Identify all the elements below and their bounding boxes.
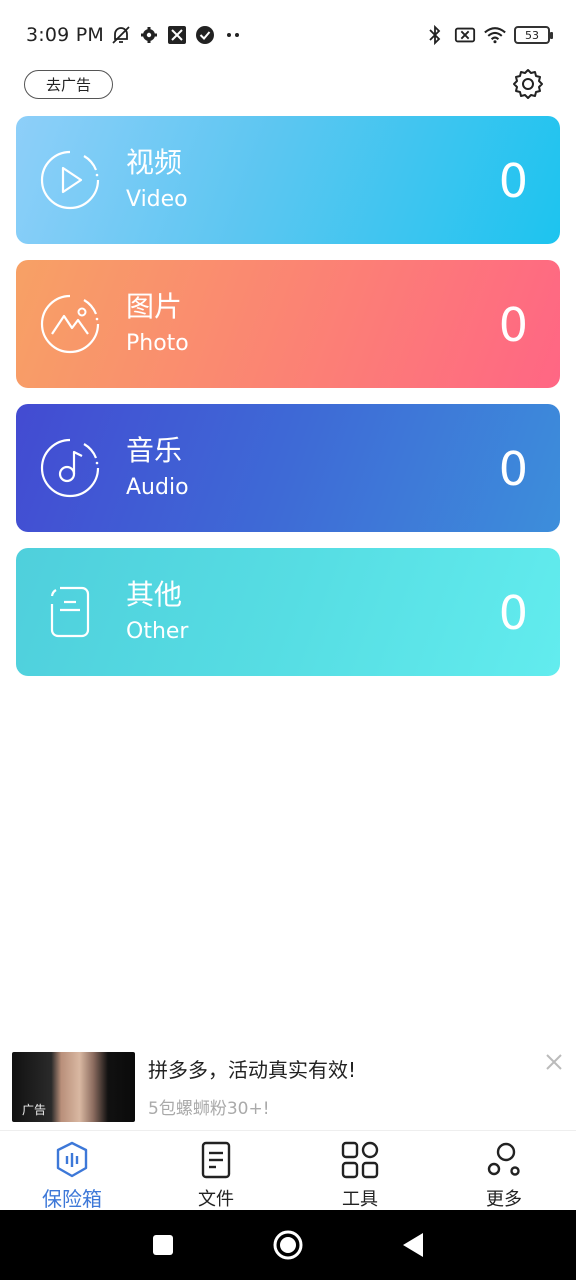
app-icon — [166, 24, 188, 46]
music-note-icon — [38, 436, 102, 500]
card-title: 其他 — [126, 578, 183, 611]
card-video[interactable]: 视频 Video 0 — [16, 116, 560, 244]
close-icon[interactable] — [542, 1050, 566, 1074]
grid-icon — [340, 1141, 380, 1179]
card-audio[interactable]: 音乐 Audio 0 — [16, 404, 560, 532]
settings-button[interactable] — [508, 66, 548, 106]
card-count: 0 — [498, 298, 528, 352]
ad-thumbnail[interactable]: 广告 — [12, 1052, 135, 1122]
card-subtitle: Other — [126, 619, 189, 644]
wifi-icon — [484, 24, 506, 46]
more-icon — [484, 1141, 524, 1179]
ad-title: 拼多多，活动真实有效! — [148, 1058, 357, 1082]
nav-label: 文件 — [198, 1189, 234, 1210]
card-subtitle: Video — [126, 187, 188, 212]
mountain-icon — [38, 292, 102, 356]
ad-description: 5包螺蛳粉30+! — [148, 1099, 270, 1119]
card-count: 0 — [498, 442, 528, 496]
nav-item-safe[interactable]: 保险箱 — [0, 1131, 144, 1211]
mute-bell-icon — [110, 24, 132, 46]
nav-item-more[interactable]: 更多 — [432, 1131, 576, 1210]
status-time: 3:09 PM — [26, 24, 104, 46]
home-button[interactable] — [268, 1225, 308, 1265]
ad-banner[interactable]: 广告 拼多多，活动真实有效! 5包螺蛳粉30+! — [0, 1044, 576, 1130]
play-icon — [38, 148, 102, 212]
ad-thumb-label: 广告 — [22, 1103, 47, 1117]
card-title: 图片 — [126, 290, 183, 323]
bottom-nav: 保险箱 文件 工具 更多 — [0, 1130, 576, 1211]
recents-button[interactable] — [143, 1225, 183, 1265]
more-dots-icon — [222, 24, 244, 46]
document-icon — [38, 580, 102, 644]
safe-icon — [52, 1141, 92, 1179]
card-other[interactable]: 其他 Other 0 — [16, 548, 560, 676]
status-bar: 3:09 PM 53 — [0, 0, 576, 70]
card-photo[interactable]: 图片 Photo 0 — [16, 260, 560, 388]
no-sim-icon — [454, 24, 476, 46]
gear-icon — [138, 24, 160, 46]
nav-item-tools[interactable]: 工具 — [288, 1131, 432, 1210]
nav-item-files[interactable]: 文件 — [144, 1131, 288, 1210]
file-icon — [196, 1141, 236, 1179]
system-nav-bar — [0, 1210, 576, 1280]
card-count: 0 — [498, 154, 528, 208]
gear-icon — [511, 67, 545, 105]
remove-ads-button[interactable]: 去广告 — [24, 70, 113, 99]
nav-label: 更多 — [486, 1189, 522, 1210]
card-title: 视频 — [126, 146, 183, 179]
card-count: 0 — [498, 586, 528, 640]
bluetooth-icon — [424, 24, 446, 46]
nav-label: 工具 — [342, 1189, 378, 1210]
nav-label: 保险箱 — [42, 1187, 102, 1211]
card-subtitle: Audio — [126, 475, 189, 500]
battery-icon: 53 — [514, 26, 553, 44]
card-title: 音乐 — [126, 434, 183, 467]
back-button[interactable] — [393, 1225, 433, 1265]
card-subtitle: Photo — [126, 331, 189, 356]
check-circle-icon — [194, 24, 216, 46]
top-bar: 去广告 — [0, 64, 576, 106]
